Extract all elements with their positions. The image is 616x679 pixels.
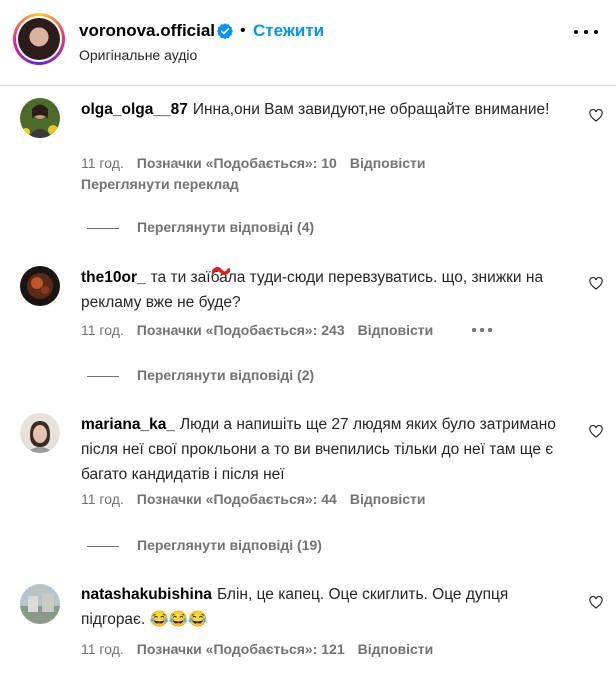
reply-button[interactable]: Відповісти xyxy=(358,641,434,657)
comment-text: та ти заїбала туди-сюди перевзуватись. щ… xyxy=(81,269,544,311)
comment-username[interactable]: the10or_ xyxy=(81,269,146,286)
commenter-avatar[interactable] xyxy=(20,584,60,624)
commenter-avatar[interactable] xyxy=(20,413,60,453)
comment-text-block: mariana_ka_ Люди а напишіть ще 27 людям я… xyxy=(81,412,581,487)
author-username[interactable]: voronova.official xyxy=(79,21,215,41)
like-heart-icon[interactable] xyxy=(589,109,603,122)
original-audio-link[interactable]: Оригінальне аудіо xyxy=(79,47,197,63)
view-replies-label: Переглянути відповіді (4) xyxy=(137,219,315,235)
like-heart-icon[interactable] xyxy=(589,277,603,290)
comment-text-block: olga_olga__87 Инна,они Вам завидуют,не об… xyxy=(81,97,571,122)
view-replies-button[interactable]: Переглянути відповіді (4) xyxy=(87,219,314,235)
verified-badge-icon xyxy=(217,23,233,39)
replies-line xyxy=(87,375,119,377)
comment-text: Инна,они Вам завидуют,не обращайте внима… xyxy=(192,101,550,118)
reply-button[interactable]: Відповісти xyxy=(350,491,426,507)
separator-dot: • xyxy=(240,22,246,39)
comment-username[interactable]: olga_olga__87 xyxy=(81,101,188,118)
more-options-icon[interactable] xyxy=(574,30,598,38)
comment-time: 11 год. xyxy=(81,641,124,657)
comment-username[interactable]: natashakubishina xyxy=(81,586,212,603)
replies-line xyxy=(87,227,119,229)
comment-text-block: the10or_ та ти заїбала туди-сюди перевзув… xyxy=(81,265,571,315)
comment-time: 11 год. xyxy=(81,155,124,171)
comment-text-block: natashakubishina Блін, це капец. Оце скиг… xyxy=(81,582,571,632)
see-translation-link[interactable]: Переглянути переклад xyxy=(81,176,239,192)
comment-more-icon[interactable] xyxy=(472,328,492,332)
comment-likes[interactable]: Позначки «Подобається»: 243 xyxy=(137,322,345,338)
view-replies-label: Переглянути відповіді (2) xyxy=(137,367,315,383)
comment-likes[interactable]: Позначки «Подобається»: 10 xyxy=(137,155,337,171)
comment-time: 11 год. xyxy=(81,491,124,507)
like-heart-icon[interactable] xyxy=(589,425,603,438)
view-replies-button[interactable]: Переглянути відповіді (2) xyxy=(87,367,314,383)
comment-meta: 11 год. Позначки «Подобається»: 121 Відпов… xyxy=(81,641,446,657)
like-heart-icon[interactable] xyxy=(589,596,603,609)
reply-button[interactable]: Відповісти xyxy=(350,155,426,171)
reply-button[interactable]: Відповісти xyxy=(358,322,434,338)
redaction-scribble xyxy=(212,267,230,275)
comment-time: 11 год. xyxy=(81,322,124,338)
replies-line xyxy=(87,545,119,547)
comment-likes[interactable]: Позначки «Подобається»: 121 xyxy=(137,641,345,657)
view-replies-button[interactable]: Переглянути відповіді (19) xyxy=(87,537,322,553)
comment-meta: 11 год. Позначки «Подобається»: 44 Відпові… xyxy=(81,491,438,507)
header-divider xyxy=(0,85,616,86)
comment-meta: 11 год. Позначки «Подобається»: 10 Відпові… xyxy=(81,155,438,171)
follow-button[interactable]: Стежити xyxy=(253,21,324,41)
post-header: voronova.official • Стежити Оригінальне … xyxy=(0,0,616,86)
author-avatar[interactable] xyxy=(13,13,65,65)
comment-username[interactable]: mariana_ka_ xyxy=(81,416,175,433)
comment-meta: 11 год. Позначки «Подобається»: 243 Відпов… xyxy=(81,322,446,338)
view-replies-label: Переглянути відповіді (19) xyxy=(137,537,322,553)
commenter-avatar[interactable] xyxy=(20,98,60,138)
comment-likes[interactable]: Позначки «Подобається»: 44 xyxy=(137,491,337,507)
commenter-avatar[interactable] xyxy=(20,266,60,306)
